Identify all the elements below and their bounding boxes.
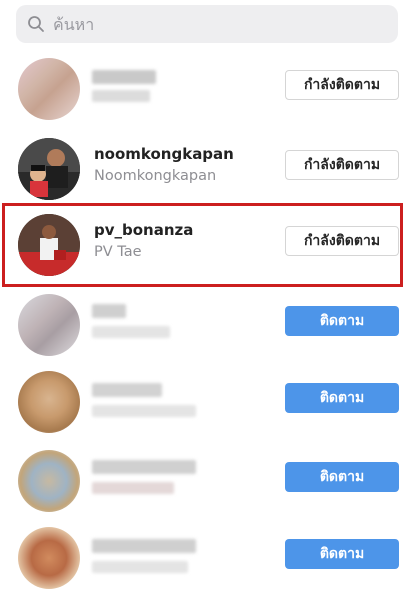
avatar[interactable] [18, 371, 80, 433]
search-icon [28, 16, 44, 32]
following-button[interactable]: กำลังติดตาม [285, 150, 399, 180]
blurred-username [92, 304, 126, 318]
blurred-username [92, 70, 156, 84]
search-placeholder: ค้นหา [53, 15, 95, 34]
blurred-fullname [92, 326, 170, 338]
profile-photo [18, 138, 80, 200]
follow-button[interactable]: ติดตาม [285, 306, 399, 336]
username: noomkongkapan [94, 145, 234, 163]
highlight-box [2, 203, 403, 287]
avatar[interactable] [18, 294, 80, 356]
blurred-fullname [92, 561, 188, 573]
blurred-fullname [92, 90, 150, 102]
avatar[interactable] [18, 58, 80, 120]
blurred-fullname [92, 482, 174, 494]
avatar[interactable] [18, 450, 80, 512]
user-row[interactable]: ติดตาม [0, 440, 408, 516]
blurred-username [92, 460, 196, 474]
follow-button[interactable]: ติดตาม [285, 539, 399, 569]
user-row[interactable]: ติดตาม [0, 361, 408, 437]
follow-button[interactable]: ติดตาม [285, 462, 399, 492]
blurred-username [92, 539, 196, 553]
blurred-fullname [92, 405, 196, 417]
avatar[interactable] [18, 527, 80, 589]
following-button[interactable]: กำลังติดตาม [285, 70, 399, 100]
blurred-username [92, 383, 162, 397]
follow-button[interactable]: ติดตาม [285, 383, 399, 413]
user-row[interactable]: กำลังติดตาม [0, 48, 408, 124]
user-row[interactable]: noomkongkapan Noomkongkapan กำลังติดตาม [0, 128, 408, 204]
full-name: Noomkongkapan [94, 168, 217, 184]
user-row[interactable]: ติดตาม [0, 284, 408, 360]
search-bar[interactable]: ค้นหา [16, 5, 398, 43]
avatar[interactable] [18, 138, 80, 200]
user-row[interactable]: ติดตาม [0, 517, 408, 593]
